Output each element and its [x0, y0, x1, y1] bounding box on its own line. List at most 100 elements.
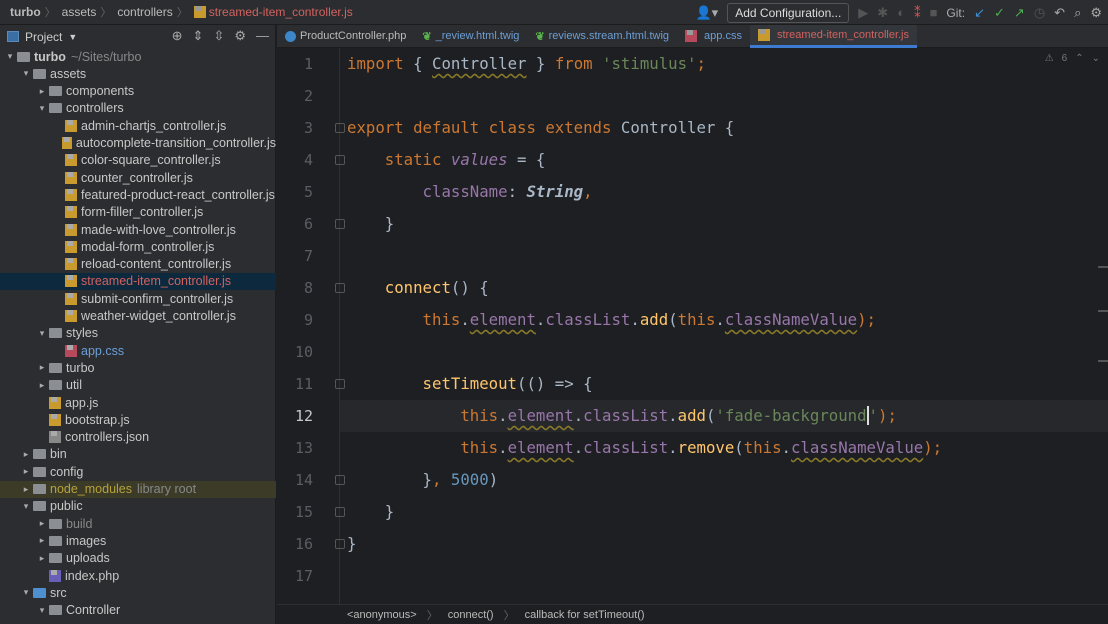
user-icon[interactable]: 👤▾	[696, 5, 719, 21]
chevron-right-icon[interactable]: ▸	[19, 466, 33, 477]
chevron-right-icon[interactable]: ▸	[35, 535, 49, 546]
tree-item[interactable]: counter_controller.js	[0, 169, 276, 186]
code-line[interactable]: connect() {	[347, 272, 489, 304]
expand-all-icon[interactable]: ⇕	[193, 28, 204, 44]
tab-productcontroller-php[interactable]: ProductController.php	[277, 25, 414, 48]
locate-icon[interactable]: ⊕	[172, 28, 183, 44]
tree-item[interactable]: app.css	[0, 342, 276, 359]
code-line[interactable]: className: String,	[347, 176, 593, 208]
tree-item[interactable]: ▸ config	[0, 463, 276, 480]
tree-item[interactable]: app.js	[0, 394, 276, 411]
tree-item[interactable]: ▾ controllers	[0, 100, 276, 117]
fold-marker-icon[interactable]	[335, 379, 345, 389]
chevron-right-icon[interactable]: ▸	[35, 380, 49, 391]
prev-highlight-icon[interactable]: ⌃	[1075, 53, 1083, 64]
chevron-down-icon[interactable]: ▾	[19, 501, 33, 512]
add-configuration-button[interactable]: Add Configuration...	[727, 2, 850, 23]
tree-item[interactable]: submit-confirm_controller.js	[0, 290, 276, 307]
git-update-icon[interactable]: ↙	[974, 5, 985, 21]
code-line[interactable]: this.element.classList.add('fade-backgro…	[347, 400, 897, 432]
run-icon[interactable]: ▶	[858, 5, 868, 21]
search-icon[interactable]: ⌕	[1074, 5, 1081, 21]
chevron-down-icon[interactable]: ▾	[35, 103, 49, 114]
tree-item[interactable]: reload-content_controller.js	[0, 256, 276, 273]
tree-item[interactable]: admin-chartjs_controller.js	[0, 117, 276, 134]
debug-icon[interactable]: ✱	[877, 5, 888, 21]
fold-marker-icon[interactable]	[335, 155, 345, 165]
tree-item[interactable]: ▸ components	[0, 83, 276, 100]
code-line[interactable]: this.element.classList.remove(this.class…	[347, 432, 942, 464]
tab-reviews-stream-html-twig[interactable]: ❦ reviews.stream.html.twig	[527, 25, 677, 48]
git-push-icon[interactable]: ↗	[1014, 5, 1025, 21]
tree-item[interactable]: ▾ styles	[0, 325, 276, 342]
tree-item[interactable]: form-filler_controller.js	[0, 204, 276, 221]
rollback-icon[interactable]: ↶	[1054, 5, 1065, 21]
fold-marker-icon[interactable]	[335, 283, 345, 293]
chevron-down-icon[interactable]: ▾	[35, 328, 49, 339]
tree-item[interactable]: ▸ images	[0, 532, 276, 549]
chevron-right-icon[interactable]: ▸	[19, 484, 33, 495]
tree-item[interactable]: ▸ turbo	[0, 359, 276, 376]
chevron-right-icon[interactable]: ▸	[19, 449, 33, 460]
tree-item[interactable]: made-with-love_controller.js	[0, 221, 276, 238]
tree-item[interactable]: color-square_controller.js	[0, 152, 276, 169]
tree-item[interactable]: ▸ uploads	[0, 550, 276, 567]
fold-marker-icon[interactable]	[335, 123, 345, 133]
tree-item[interactable]: ▸ node_modules library root	[0, 480, 276, 498]
code-line[interactable]: setTimeout(() => {	[347, 368, 593, 400]
hide-icon[interactable]: —	[256, 28, 269, 44]
tree-item[interactable]: streamed-item_controller.js	[0, 272, 276, 290]
tab-streamed-item-controller-js[interactable]: streamed-item_controller.js	[749, 24, 918, 48]
breadcrumb-turbo[interactable]: turbo	[0, 5, 45, 19]
settings-icon[interactable]: ⚙	[1090, 5, 1102, 21]
chevron-right-icon[interactable]: ▸	[35, 518, 49, 529]
project-view-selector[interactable]: Project	[25, 30, 62, 44]
tree-item[interactable]: controllers.json	[0, 429, 276, 446]
breadcrumb-controllers[interactable]: controllers	[111, 5, 176, 19]
tree-item[interactable]: bootstrap.js	[0, 411, 276, 428]
git-commit-icon[interactable]: ✓	[994, 5, 1005, 21]
tree-item[interactable]: ▾ src	[0, 584, 276, 601]
fold-marker-icon[interactable]	[335, 219, 345, 229]
code-line[interactable]: }, 5000)	[347, 464, 499, 496]
scope-connect[interactable]: connect()	[448, 609, 494, 621]
tree-item[interactable]: ▾ public	[0, 498, 276, 515]
fold-marker-icon[interactable]	[335, 507, 345, 517]
tree-item[interactable]: ▾ Controller	[0, 602, 276, 619]
profiler-icon[interactable]: ⁑	[914, 5, 921, 21]
tree-item[interactable]: ▾ turbo ~/Sites/turbo	[0, 48, 276, 65]
chevron-down-icon[interactable]: ▾	[19, 587, 33, 598]
stop-icon[interactable]: ■	[930, 5, 938, 20]
breadcrumb-assets[interactable]: assets	[56, 5, 101, 19]
history-icon[interactable]: ◷	[1034, 5, 1045, 21]
tab-app-css[interactable]: app.css	[677, 25, 750, 48]
scope-anonymous[interactable]: <anonymous>	[347, 609, 417, 621]
chevron-down-icon[interactable]: ▾	[35, 605, 49, 616]
next-highlight-icon[interactable]: ⌄	[1092, 53, 1100, 64]
chevron-down-icon[interactable]: ▾	[3, 51, 17, 62]
tab--review-html-twig[interactable]: ❦ _review.html.twig	[414, 25, 527, 48]
code-line[interactable]: this.element.classList.add(this.classNam…	[347, 304, 876, 336]
tree-item[interactable]: modal-form_controller.js	[0, 238, 276, 255]
code-line[interactable]: }	[347, 208, 394, 240]
chevron-down-icon[interactable]: ▾	[19, 68, 33, 79]
tree-item[interactable]: autocomplete-transition_controller.js	[0, 135, 276, 152]
coverage-icon[interactable]: ◐	[897, 5, 905, 20]
collapse-all-icon[interactable]: ⇳	[213, 28, 224, 44]
code-line[interactable]: }	[347, 528, 356, 560]
scope-callback[interactable]: callback for setTimeout()	[525, 609, 645, 621]
breadcrumb-file[interactable]: streamed-item_controller.js	[188, 5, 357, 19]
tree-item[interactable]: ▸ util	[0, 377, 276, 394]
tree-item[interactable]: ▸ bin	[0, 446, 276, 463]
tree-item[interactable]: featured-product-react_controller.js	[0, 186, 276, 203]
tree-item[interactable]: ▾ assets	[0, 65, 276, 82]
chevron-right-icon[interactable]: ▸	[35, 553, 49, 564]
tree-item[interactable]: weather-widget_controller.js	[0, 308, 276, 325]
fold-marker-icon[interactable]	[335, 475, 345, 485]
code-line[interactable]: static values = {	[347, 144, 546, 176]
chevron-right-icon[interactable]: ▸	[35, 86, 49, 97]
fold-marker-icon[interactable]	[335, 539, 345, 549]
code-editor[interactable]: 1 2 3 4 5 6 7 8 9 10 11 12 13 14 15 16 17 import { Contr…	[277, 48, 1108, 604]
code-line[interactable]: }	[347, 496, 394, 528]
code-line[interactable]: export default class extends Controller …	[347, 112, 734, 144]
